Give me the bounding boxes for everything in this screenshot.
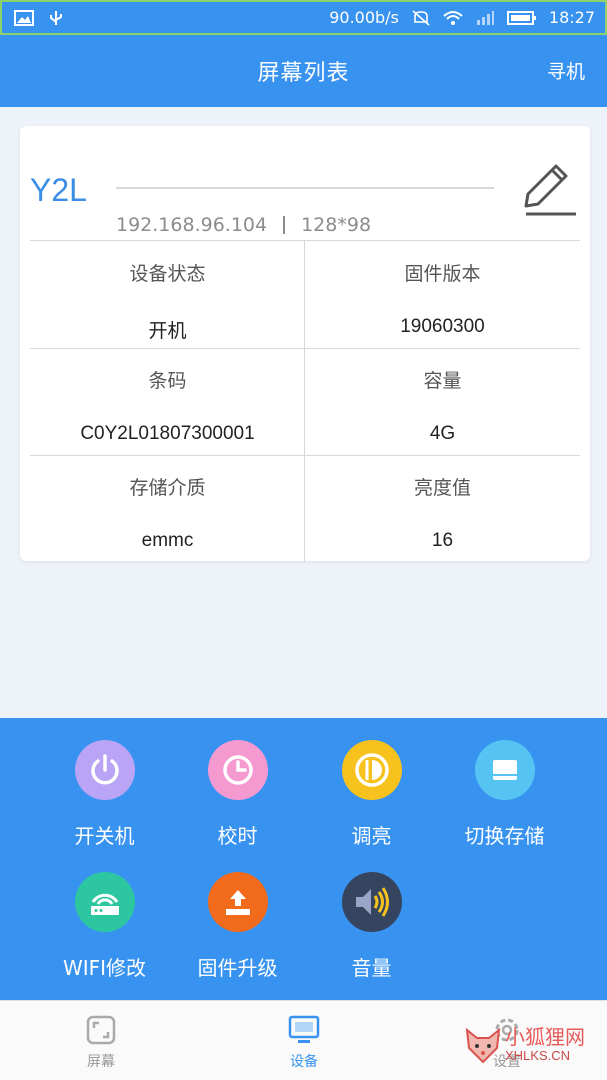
info-value: C0Y2L01807300001 <box>80 423 255 444</box>
info-cell-status: 设备状态 开机 <box>30 241 305 348</box>
watermark-url: XHLKS.CN <box>505 1047 571 1063</box>
nav-label: 设备 <box>290 1054 318 1070</box>
image-icon <box>14 9 34 26</box>
power-button[interactable]: 开关机 <box>38 740 171 860</box>
usb-icon <box>50 10 62 25</box>
network-speed: 90.00b/s <box>329 8 399 27</box>
storage-icon <box>474 740 535 800</box>
app-header: 屏幕列表 寻机 <box>0 35 607 107</box>
brightness-icon <box>341 740 402 800</box>
mute-icon <box>412 9 430 26</box>
info-cell-barcode: 条码 C0Y2L01807300001 <box>30 348 305 455</box>
screen-icon <box>86 1015 116 1045</box>
control-label: 固件升级 <box>197 956 278 980</box>
volume-icon <box>341 872 402 932</box>
firmware-upgrade-button[interactable]: 固件升级 <box>171 872 304 992</box>
info-label: 容量 <box>423 370 462 392</box>
brightness-button[interactable]: 调亮 <box>305 740 438 860</box>
fox-logo <box>465 1027 501 1064</box>
info-value: 开机 <box>148 321 187 342</box>
control-label: 切换存储 <box>464 824 545 848</box>
wifi-edit-button[interactable]: WIFI修改 <box>38 872 171 992</box>
info-value: 16 <box>431 530 454 551</box>
control-label: 开关机 <box>74 824 135 848</box>
nav-item-screen[interactable]: 屏幕 <box>51 1015 151 1075</box>
device-name: Y2L <box>30 172 87 208</box>
clock-time: 18:27 <box>548 8 595 27</box>
info-cell-brightness: 亮度值 16 <box>305 455 580 562</box>
device-ip: 192.168.96.104 <box>116 214 268 236</box>
volume-button[interactable]: 音量 <box>305 872 438 992</box>
info-cell-capacity: 容量 4G <box>305 348 580 455</box>
info-cell-storage-media: 存储介质 emmc <box>30 455 305 562</box>
watermark-title: 小狐狸网 <box>505 1024 585 1049</box>
control-label: WIFI修改 <box>62 956 147 980</box>
name-underline <box>116 187 494 189</box>
power-icon <box>74 740 135 800</box>
device-icon <box>288 1015 320 1043</box>
info-label: 设备状态 <box>129 263 206 285</box>
info-label: 固件版本 <box>404 263 481 285</box>
battery-icon <box>506 10 536 25</box>
control-label: 校时 <box>217 824 258 848</box>
wifi-router-icon <box>74 872 135 932</box>
status-bar: 90.00b/s 18:27 <box>0 0 607 35</box>
switch-storage-button[interactable]: 切换存储 <box>438 740 571 860</box>
meta-divider <box>283 216 286 234</box>
page-title: 屏幕列表 <box>257 61 350 86</box>
device-resolution: 128*98 <box>301 214 372 236</box>
info-value: emmc <box>141 530 194 551</box>
info-value: 4G <box>429 423 456 444</box>
bottom-nav: 屏幕 设备 设置 小狐狸网 XHLKS.CN <box>0 1000 607 1080</box>
wifi-icon <box>443 10 463 25</box>
status-left <box>14 9 66 26</box>
watermark-text-group: 小狐狸网 XHLKS.CN <box>505 1026 585 1063</box>
device-card[interactable]: Y2L 192.168.96.104 128*98 设备状态 开机 固件版本 1… <box>20 126 590 562</box>
clock-icon <box>207 740 268 800</box>
control-panel: 开关机 校时 调亮 切换存储 WIFI修改 固件升级 音量 <box>0 718 607 1000</box>
find-device-button[interactable]: 寻机 <box>547 57 585 84</box>
control-label: 音量 <box>351 956 392 980</box>
edit-icon[interactable] <box>520 156 580 218</box>
site-watermark: 小狐狸网 XHLKS.CN <box>461 1014 601 1074</box>
device-meta: 192.168.96.104 128*98 <box>116 214 371 236</box>
time-sync-button[interactable]: 校时 <box>171 740 304 860</box>
signal-icon <box>476 10 494 25</box>
info-label: 存储介质 <box>129 477 206 499</box>
status-right: 90.00b/s 18:27 <box>329 8 595 27</box>
info-label: 亮度值 <box>413 477 471 499</box>
upload-icon <box>207 872 268 932</box>
info-cell-firmware: 固件版本 19060300 <box>305 241 580 348</box>
nav-label: 屏幕 <box>87 1054 115 1070</box>
nav-item-device[interactable]: 设备 <box>254 1015 354 1075</box>
info-value: 19060300 <box>400 316 485 337</box>
info-label: 条码 <box>148 370 187 392</box>
control-label: 调亮 <box>351 824 392 848</box>
device-info-grid: 设备状态 开机 固件版本 19060300 条码 C0Y2L0180730000… <box>30 240 580 562</box>
